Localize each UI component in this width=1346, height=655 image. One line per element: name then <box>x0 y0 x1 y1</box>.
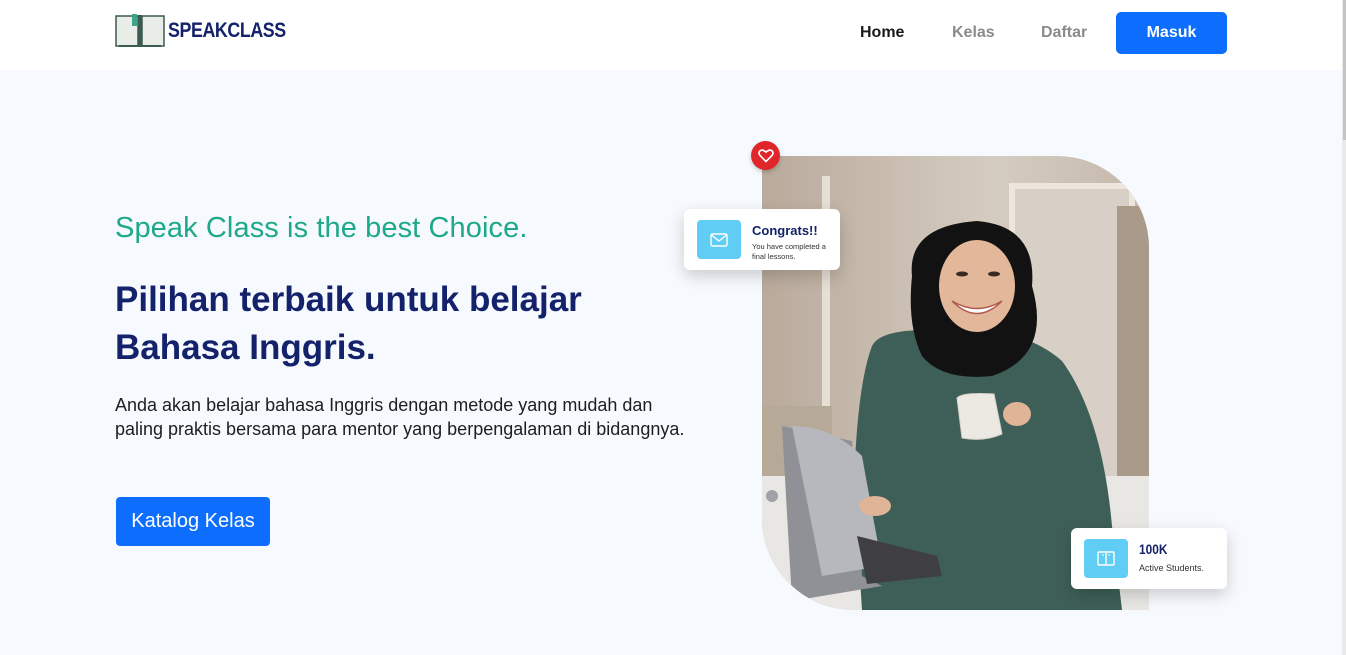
nav-home-link[interactable]: Home <box>860 24 904 42</box>
hero-headline: Pilihan terbaik untuk belajar Bahasa Ing… <box>115 280 582 367</box>
congrats-card: Congrats!! You have completed a final le… <box>684 209 840 270</box>
nav-daftar-link[interactable]: Daftar <box>1041 24 1087 42</box>
students-label: Active Students. <box>1139 563 1205 573</box>
heart-icon <box>757 149 774 163</box>
hero-description: Anda akan belajar bahasa Inggris dengan … <box>115 395 685 439</box>
congrats-subtitle: You have completed a final lessons. <box>752 242 826 261</box>
nav-kelas-link[interactable]: Kelas <box>952 24 995 42</box>
favorite-heart-badge[interactable] <box>751 141 780 170</box>
hero-tagline: Speak Class is the best Choice. <box>115 212 528 244</box>
congrats-title: Congrats!! <box>752 223 818 238</box>
brand-name: SPEAKCLASS <box>168 19 286 42</box>
masuk-button[interactable]: Masuk <box>1116 12 1227 54</box>
mail-icon <box>697 220 741 259</box>
students-count: 100K <box>1139 541 1168 557</box>
katalog-kelas-button[interactable]: Katalog Kelas <box>116 497 270 546</box>
navbar: SPEAKCLASS Home Kelas Daftar Masuk <box>0 0 1346 70</box>
book-icon <box>1084 539 1128 578</box>
brand-logo[interactable]: SPEAKCLASS <box>115 14 307 48</box>
book-logo-icon <box>115 14 165 47</box>
students-card: 100K Active Students. <box>1071 528 1227 589</box>
